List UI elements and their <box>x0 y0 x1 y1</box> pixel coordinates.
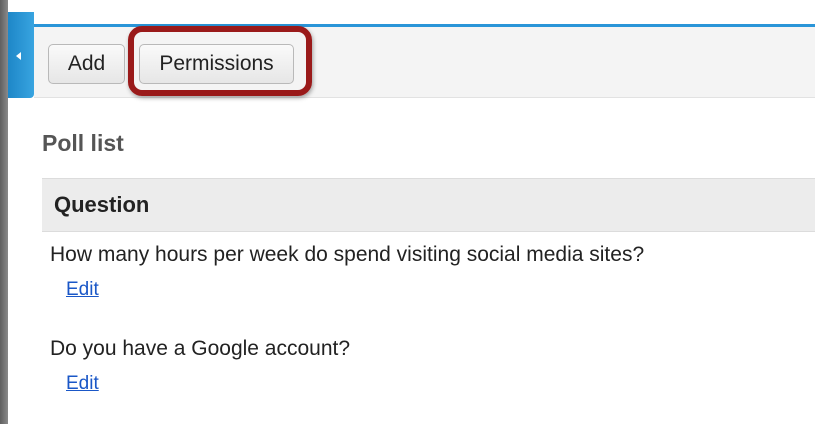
edit-link[interactable]: Edit <box>66 373 99 395</box>
screenshot-frame: Add Permissions Poll list Question How m… <box>0 0 815 424</box>
poll-question: How many hours per week do spend visitin… <box>50 243 645 266</box>
add-button[interactable]: Add <box>48 44 125 84</box>
page-title: Poll list <box>42 130 124 156</box>
poll-question: Do you have a Google account? <box>50 337 351 360</box>
table-row: Do you have a Google account? Edit <box>50 337 815 395</box>
table-row: How many hours per week do spend visitin… <box>50 243 815 301</box>
collapse-sidebar-tab[interactable] <box>8 12 34 98</box>
toolbar: Add Permissions <box>34 24 815 98</box>
window-edge <box>0 0 8 424</box>
column-header-question: Question <box>54 192 150 217</box>
edit-link[interactable]: Edit <box>66 279 99 301</box>
triangle-left-icon <box>15 52 21 60</box>
main-panel: Add Permissions Poll list Question How m… <box>34 0 815 424</box>
table-header: Question <box>42 178 815 232</box>
permissions-button[interactable]: Permissions <box>139 44 294 84</box>
